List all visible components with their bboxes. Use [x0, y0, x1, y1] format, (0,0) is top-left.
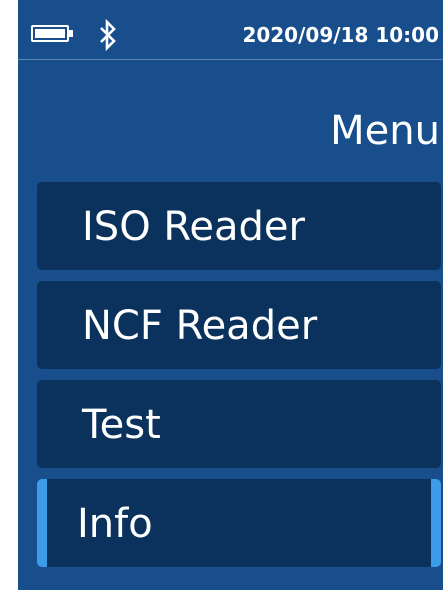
menu-item-info[interactable]: Info: [37, 479, 441, 567]
datetime: 2020/09/18 10:00: [242, 23, 439, 47]
menu-item-label: NCF Reader: [82, 303, 318, 349]
battery-level: [35, 29, 65, 38]
menu-item-iso-reader[interactable]: ISO Reader: [37, 182, 441, 270]
device-screen: 2020/09/18 10:00 Menu ISO Reader NCF Rea…: [18, 0, 443, 590]
page-title: Menu: [330, 108, 440, 154]
battery-tip: [69, 30, 73, 37]
menu-item-test[interactable]: Test: [37, 380, 441, 468]
menu-item-label: Test: [82, 402, 161, 448]
menu-item-ncf-reader[interactable]: NCF Reader: [37, 281, 441, 369]
menu-item-label: ISO Reader: [82, 204, 305, 250]
bluetooth-icon: [100, 19, 116, 51]
battery-icon: [31, 25, 69, 42]
status-bar: 2020/09/18 10:00: [18, 0, 443, 60]
menu-item-label: Info: [77, 501, 153, 547]
